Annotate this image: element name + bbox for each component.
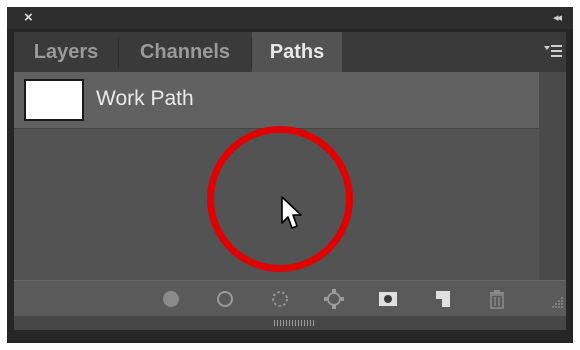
mouse-cursor-icon: [281, 196, 302, 229]
make-work-path-icon[interactable]: [323, 288, 345, 310]
tab-channels[interactable]: Channels: [119, 32, 251, 72]
tab-layers[interactable]: Layers: [14, 32, 118, 72]
path-name: Work Path: [96, 87, 194, 110]
panel-resize-handle[interactable]: [274, 320, 314, 326]
paths-toolbar: [14, 280, 566, 317]
new-path-icon[interactable]: [432, 288, 454, 310]
resize-grip-icon[interactable]: [552, 296, 564, 308]
stroke-path-icon[interactable]: [214, 288, 236, 310]
tab-channels-label: Channels: [139, 41, 231, 63]
tab-paths[interactable]: Paths: [252, 32, 342, 74]
panel-title-bar[interactable]: [7, 7, 573, 29]
scrollbar[interactable]: [539, 72, 566, 280]
tab-layers-label: Layers: [33, 41, 99, 63]
load-selection-icon[interactable]: [269, 288, 291, 310]
add-mask-icon[interactable]: [377, 288, 399, 310]
path-row-work-path[interactable]: Work Path: [14, 72, 539, 129]
tab-bar: Layers Channels Paths: [14, 32, 566, 74]
close-icon[interactable]: ×: [24, 9, 33, 27]
panel-menu-icon[interactable]: [544, 44, 562, 58]
path-thumbnail: [24, 79, 84, 121]
delete-path-icon[interactable]: [486, 288, 508, 310]
tab-paths-label: Paths: [269, 41, 325, 63]
collapse-icon[interactable]: ◂◂: [553, 10, 562, 26]
fill-path-icon[interactable]: [160, 288, 182, 310]
